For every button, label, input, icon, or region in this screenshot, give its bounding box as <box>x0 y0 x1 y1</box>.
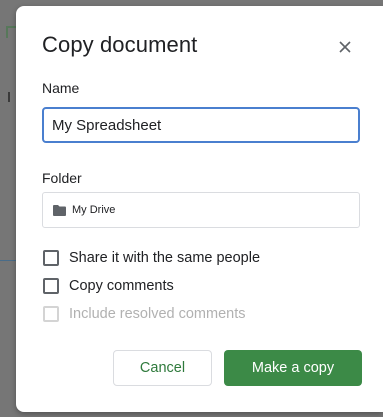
folder-picker[interactable]: My Drive <box>42 192 360 228</box>
share-option: Share it with the same people <box>43 250 260 266</box>
backdrop-app-mark <box>6 26 16 38</box>
resolved-comments-option: Include resolved comments <box>43 306 246 322</box>
share-label[interactable]: Share it with the same people <box>69 250 260 266</box>
resolved-comments-checkbox <box>43 306 59 322</box>
name-label: Name <box>42 80 80 96</box>
close-button[interactable] <box>334 36 356 58</box>
cancel-button[interactable]: Cancel <box>113 350 212 386</box>
folder-label: Folder <box>42 170 82 186</box>
make-a-copy-button[interactable]: Make a copy <box>224 350 362 386</box>
copy-document-dialog: Copy document Name Folder My Drive Share… <box>16 6 383 412</box>
backdrop-divider <box>0 260 16 261</box>
copy-comments-label[interactable]: Copy comments <box>69 278 174 294</box>
resolved-comments-label: Include resolved comments <box>69 306 246 322</box>
folder-icon <box>53 204 66 216</box>
backdrop-text-fragment <box>8 92 10 102</box>
folder-name: My Drive <box>72 204 116 216</box>
copy-comments-checkbox[interactable] <box>43 278 59 294</box>
dialog-title: Copy document <box>42 32 198 57</box>
name-input[interactable] <box>42 107 360 143</box>
share-checkbox[interactable] <box>43 250 59 266</box>
close-icon <box>339 41 351 53</box>
copy-comments-option: Copy comments <box>43 278 174 294</box>
